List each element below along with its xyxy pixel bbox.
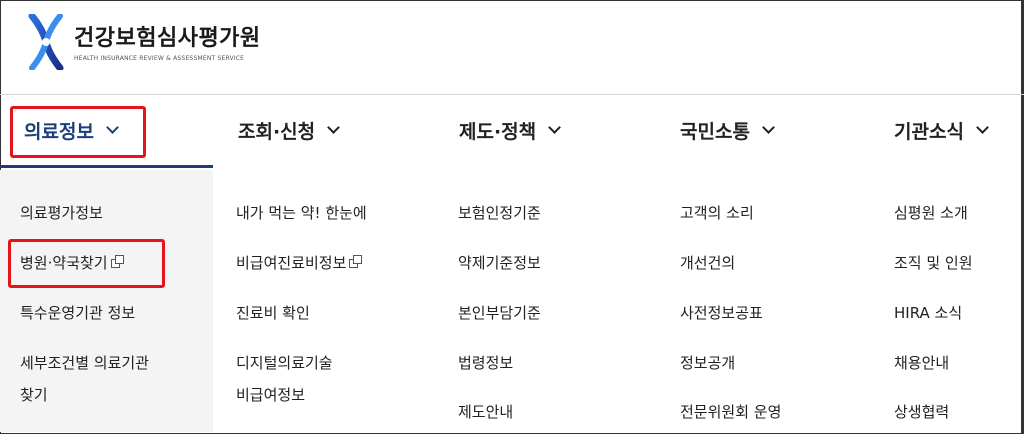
submenu-item-my-medicine[interactable]: 내가 먹는 약! 한눈에 xyxy=(236,200,367,226)
logo-subtitle: HEALTH INSURANCE REVIEW & ASSESSMENT SER… xyxy=(74,55,245,62)
highlight-box-submenu xyxy=(8,239,165,288)
main-nav: 의료정보 조회·신청 제도·정책 국민소통 기관소식 xyxy=(0,96,1024,168)
external-link-icon xyxy=(349,255,363,269)
nav-item-policy[interactable]: 제도·정책 xyxy=(459,96,562,165)
chevron-down-icon xyxy=(548,121,562,134)
active-tab-indicator xyxy=(0,165,213,168)
site-header: 건강보험심사평가원 HEALTH INSURANCE REVIEW & ASSE… xyxy=(0,0,1024,95)
nav-label: 제도·정책 xyxy=(459,121,537,143)
submenu-item-prior-disclosure[interactable]: 사전정보공표 xyxy=(680,300,763,326)
highlight-box-nav xyxy=(10,106,146,158)
submenu-item-system-guide[interactable]: 제도안내 xyxy=(458,399,513,425)
submenu-item-info-disclosure[interactable]: 정보공개 xyxy=(680,350,735,376)
chevron-down-icon xyxy=(762,121,775,134)
submenu-item-detailed-search-cont[interactable]: 찾기 xyxy=(20,382,48,408)
nav-item-news[interactable]: 기관소식 xyxy=(894,96,989,165)
submenu-item-digital-tech-cont[interactable]: 비급여정보 xyxy=(236,382,305,408)
submenu-item-organization[interactable]: 조직 및 인원 xyxy=(894,250,973,276)
submenu-item-copay-criteria[interactable]: 본인부담기준 xyxy=(458,300,541,326)
submenu-item-detailed-search[interactable]: 세부조건별 의료기관 xyxy=(20,350,149,376)
submenu-item-cooperation[interactable]: 상생협력 xyxy=(894,399,949,425)
submenu-item-recruitment[interactable]: 채용안내 xyxy=(894,350,949,376)
hira-emblem-icon xyxy=(26,12,66,74)
nav-item-communication[interactable]: 국민소통 xyxy=(680,96,775,165)
submenu-item-about[interactable]: 심평원 소개 xyxy=(894,200,968,226)
submenu-item-law-info[interactable]: 법령정보 xyxy=(458,350,513,376)
site-logo[interactable]: 건강보험심사평가원 HEALTH INSURANCE REVIEW & ASSE… xyxy=(26,12,286,74)
submenu-item-hira-news[interactable]: HIRA 소식 xyxy=(894,300,962,326)
submenu-item-committee[interactable]: 전문위원회 운영 xyxy=(680,399,781,425)
nav-label: 조회·신청 xyxy=(238,121,316,143)
submenu-item-insurance-criteria[interactable]: 보험인정기준 xyxy=(458,200,541,226)
nav-label: 기관소식 xyxy=(894,121,964,143)
submenu-item-drug-criteria[interactable]: 약제기준정보 xyxy=(458,250,541,276)
submenu-item-digital-tech[interactable]: 디지털의료기술 xyxy=(236,350,333,376)
submenu-item-suggestion[interactable]: 개선건의 xyxy=(680,250,735,276)
submenu-item-fee-check[interactable]: 진료비 확인 xyxy=(236,300,310,326)
submenu-item-evaluation[interactable]: 의료평가정보 xyxy=(20,200,103,226)
chevron-down-icon xyxy=(327,121,341,134)
submenu-item-special-institution[interactable]: 특수운영기관 정보 xyxy=(20,300,135,326)
submenu-item-noncovered-fee[interactable]: 비급여진료비정보 xyxy=(236,250,363,276)
logo-title: 건강보험심사평가원 xyxy=(74,26,261,51)
chevron-down-icon xyxy=(976,121,989,134)
nav-label: 국민소통 xyxy=(680,121,750,143)
submenu-item-customer-voice[interactable]: 고객의 소리 xyxy=(680,200,754,226)
nav-item-inquiry[interactable]: 조회·신청 xyxy=(238,96,341,165)
